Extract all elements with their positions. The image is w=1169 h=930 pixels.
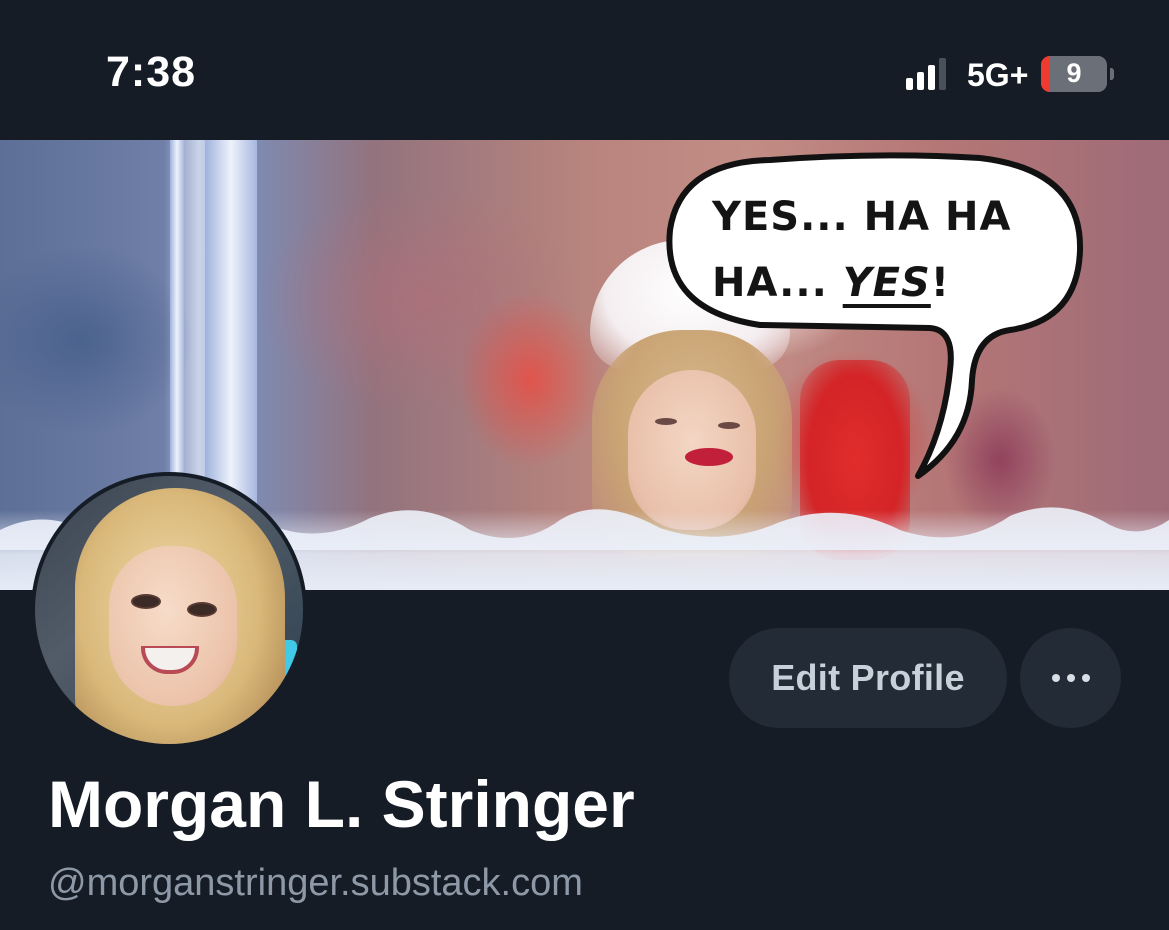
speech-line-2-suffix: ! [930,260,951,306]
speech-line-2-prefix: HA... [712,260,843,306]
avatar-eye [131,594,161,609]
avatar[interactable] [31,472,307,748]
speech-line-1: YES... HA HA [712,194,1012,240]
status-bar: 7:38 5G+ 9 [0,0,1169,140]
profile-screen: 7:38 5G+ 9 YES... HA HA HA... YES! Edit … [0,0,1169,930]
speech-line-2: HA... YES! [712,250,1072,316]
profile-display-name: Morgan L. Stringer [48,767,635,841]
profile-handle[interactable]: @morganstringer.substack.com [48,862,583,905]
avatar-eye [187,602,217,617]
battery-icon: 9 [1041,56,1107,92]
ellipsis-icon [1081,674,1090,682]
more-options-button[interactable] [1020,628,1121,728]
speech-bubble-text: YES... HA HA HA... YES! [712,184,1072,316]
ellipsis-icon [1051,674,1060,682]
battery-tip [1110,68,1114,80]
ellipsis-icon [1066,674,1075,682]
speech-emphasis: YES [842,260,931,306]
edit-profile-button[interactable]: Edit Profile [729,628,1007,728]
battery-level: 9 [1066,58,1082,88]
cellular-signal-icon [906,58,948,90]
avatar-face [109,546,237,706]
network-type: 5G+ [967,57,1029,93]
avatar-photo [35,476,303,744]
status-time: 7:38 [106,48,197,96]
